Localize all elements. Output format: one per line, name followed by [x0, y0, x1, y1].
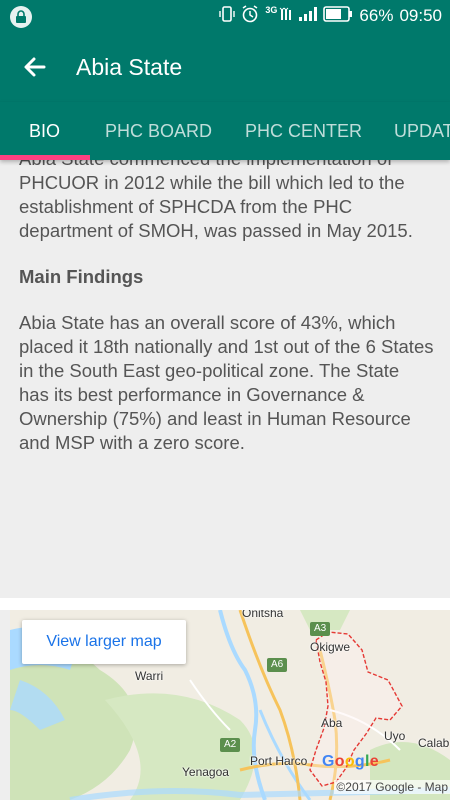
tab-phc-board[interactable]: PHC BOARD [105, 102, 212, 160]
battery-percent: 66% [359, 6, 394, 25]
place-label: Calab [418, 736, 450, 750]
findings-paragraph: Abia State has an overall score of 43%, … [19, 312, 434, 453]
road-shield: A2 [220, 738, 241, 752]
alarm-icon [241, 4, 259, 28]
app-bar: Abia State [0, 32, 450, 102]
place-label: Aba [321, 716, 343, 730]
place-label: Port Harco [250, 754, 308, 768]
place-label: Okigwe [310, 640, 351, 654]
road-shield: A6 [267, 658, 288, 672]
place-label: Warri [135, 669, 164, 683]
tab-bar: BIO PHC BOARD PHC CENTER UPDAT [0, 102, 450, 160]
tab-indicator [0, 155, 90, 160]
tab-bio[interactable]: BIO [29, 102, 60, 160]
road-shield: A3 [310, 622, 331, 636]
status-bar: 3G 66% 09:50 [0, 0, 450, 32]
tab-updates[interactable]: UPDAT [394, 102, 450, 160]
vibrate-icon [219, 5, 236, 28]
back-button[interactable] [18, 52, 52, 82]
signal-icon [279, 6, 293, 27]
place-label: Yenagoa [182, 765, 229, 779]
network-type: 3G [265, 5, 278, 15]
battery-icon [323, 5, 353, 27]
lock-icon [10, 6, 32, 28]
intro-paragraph: Abia State commenced the implementation … [19, 160, 413, 241]
divider [0, 598, 450, 610]
place-label: Onitsha [242, 610, 284, 620]
page-title: Abia State [76, 54, 183, 80]
bio-content[interactable]: Abia State commenced the implementation … [0, 160, 450, 598]
section-heading: Main Findings [19, 266, 144, 287]
clock: 09:50 [399, 6, 442, 25]
tab-phc-center[interactable]: PHC CENTER [245, 102, 362, 160]
signal-bars-icon [299, 6, 318, 26]
google-logo: Google [322, 753, 379, 770]
place-label: Uyo [384, 729, 406, 743]
view-larger-map-button[interactable]: View larger map [22, 620, 186, 664]
arrow-back-icon [24, 57, 46, 77]
map-copyright: ©2017 Google - Map [334, 780, 450, 794]
map-embed[interactable]: View larger map Onitsha Okigwe Warri Aba… [10, 610, 450, 800]
